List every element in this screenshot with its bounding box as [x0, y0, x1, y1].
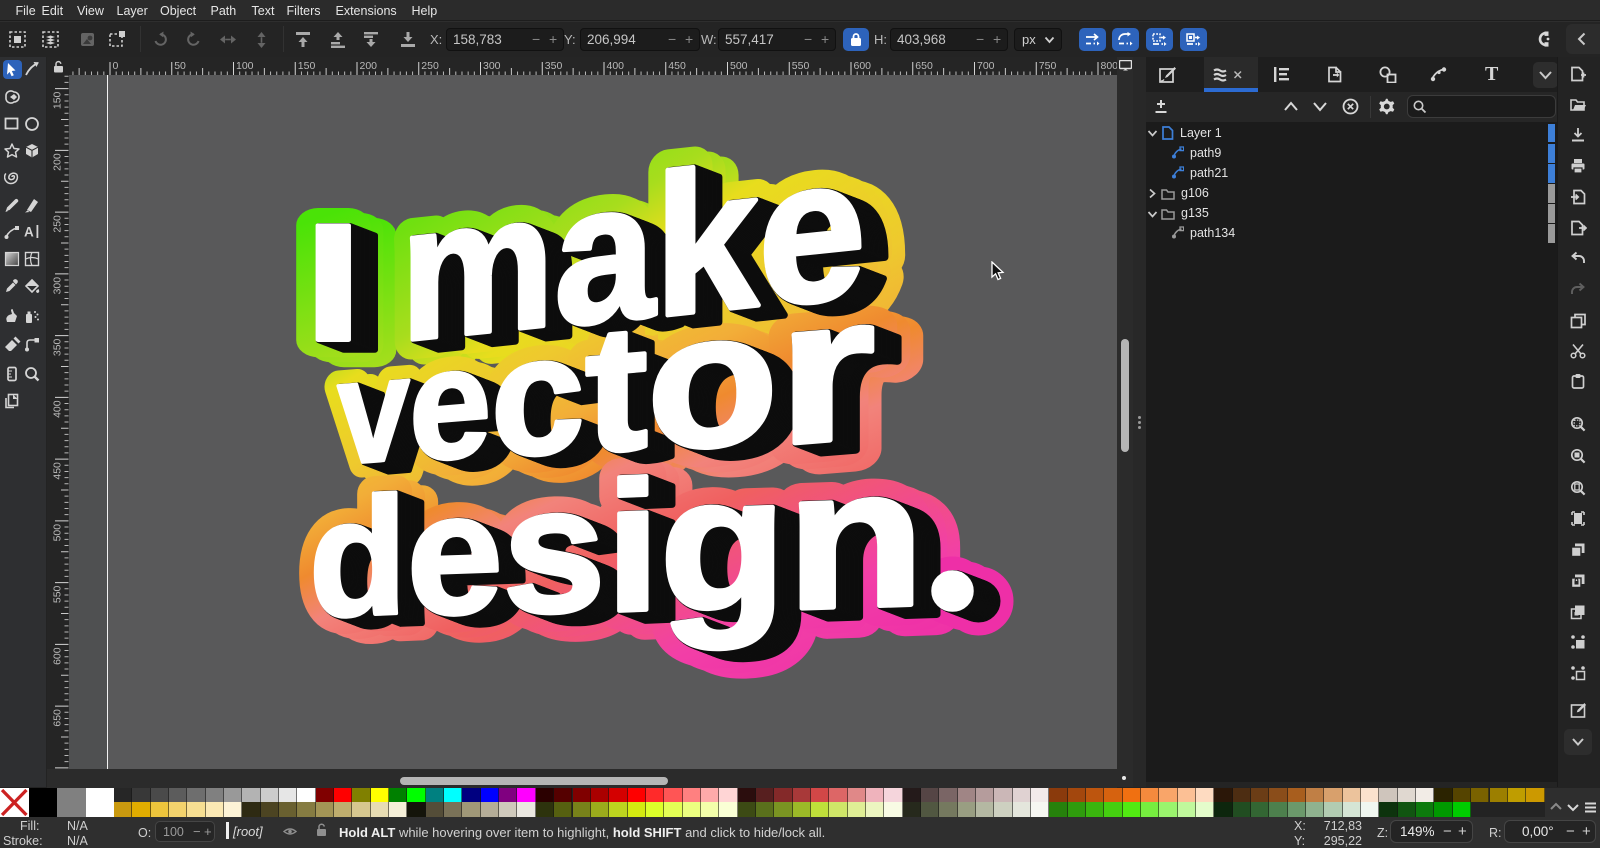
svg-text:600: 600 [52, 647, 64, 665]
svg-text:300: 300 [483, 60, 501, 72]
svg-text:150: 150 [52, 91, 64, 109]
svg-text:50: 50 [174, 60, 186, 72]
svg-text:0: 0 [113, 60, 119, 72]
svg-text:450: 450 [52, 462, 64, 480]
svg-text:100: 100 [236, 60, 254, 72]
svg-text:350: 350 [545, 60, 563, 72]
svg-text:300: 300 [52, 277, 64, 295]
svg-text:350: 350 [52, 338, 64, 356]
svg-text:250: 250 [421, 60, 439, 72]
svg-text:250: 250 [52, 215, 64, 233]
svg-text:400: 400 [607, 60, 625, 72]
svg-text:400: 400 [52, 400, 64, 418]
svg-text:600: 600 [854, 60, 872, 72]
svg-text:750: 750 [1039, 60, 1057, 72]
svg-text:650: 650 [915, 60, 933, 72]
svg-text:550: 550 [792, 60, 810, 72]
svg-text:650: 650 [52, 709, 64, 727]
svg-text:500: 500 [52, 524, 64, 542]
svg-text:700: 700 [977, 60, 995, 72]
svg-text:500: 500 [730, 60, 748, 72]
svg-text:200: 200 [52, 153, 64, 171]
svg-text:150: 150 [298, 60, 316, 72]
svg-text:550: 550 [52, 585, 64, 603]
svg-text:A: A [24, 225, 34, 240]
svg-text:200: 200 [360, 60, 378, 72]
svg-text:800: 800 [1101, 60, 1118, 72]
svg-text:450: 450 [668, 60, 686, 72]
